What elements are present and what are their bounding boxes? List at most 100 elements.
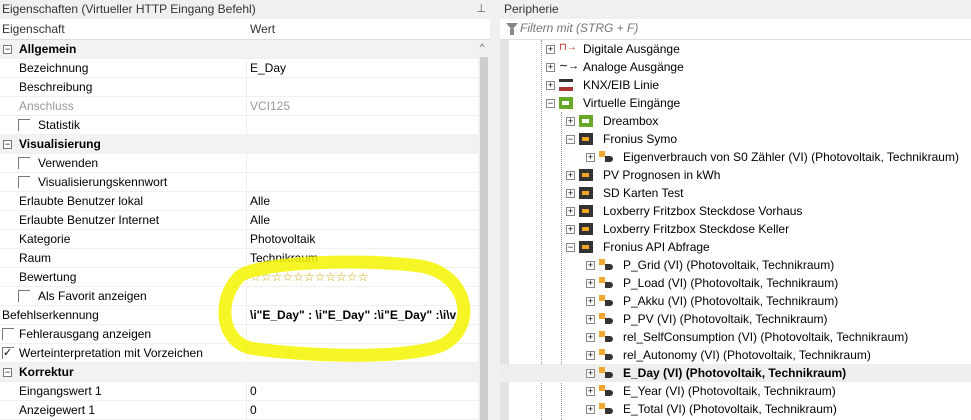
tree-item[interactable]: − Fronius Symo — [500, 130, 971, 148]
expand-icon[interactable]: + — [586, 261, 595, 270]
collapse-icon[interactable]: − — [3, 140, 12, 149]
property-row[interactable]: Raum Technikraum — [0, 249, 478, 268]
filter-icon-stem — [510, 29, 514, 35]
expand-icon[interactable]: + — [546, 63, 555, 72]
checkbox[interactable] — [18, 176, 30, 188]
tree-item-label: Dreambox — [603, 114, 659, 128]
expand-icon[interactable]: + — [566, 207, 575, 216]
virtual-input-command-icon — [599, 403, 613, 415]
category-visualisierung[interactable]: − Visualisierung — [0, 135, 478, 154]
tree-item-label: Analoge Ausgänge — [583, 60, 684, 74]
virtual-input-command-icon — [599, 151, 613, 163]
expand-icon[interactable]: + — [586, 333, 595, 342]
property-value[interactable]: ☆☆☆☆☆☆☆☆☆☆☆ — [250, 268, 368, 287]
tree-item[interactable]: + SD Karten Test — [500, 184, 971, 202]
tree-item[interactable]: + P_Akku (VI) (Photovoltaik, Technikraum) — [500, 292, 971, 310]
property-row[interactable]: Verwenden — [0, 154, 478, 173]
expand-icon[interactable]: + — [546, 45, 555, 54]
tree-item[interactable]: + P_Grid (VI) (Photovoltaik, Technikraum) — [500, 256, 971, 274]
peripherals-tree: + ⊓→ Digitale Ausgänge + ∼→ Analoge Ausgänge +… — [500, 40, 971, 418]
tree-item[interactable]: + E_Total (VI) (Photovoltaik, Technikraum… — [500, 400, 971, 418]
expand-icon[interactable]: + — [546, 81, 555, 90]
property-value[interactable]: Photovoltaik — [250, 230, 315, 249]
property-row[interactable]: Erlaubte Benutzer Internet Alle — [0, 211, 478, 230]
category-korrektur[interactable]: − Korrektur — [0, 363, 478, 382]
expand-icon[interactable]: + — [586, 279, 595, 288]
expand-icon[interactable]: + — [586, 351, 595, 360]
tree-item[interactable]: + P_Load (VI) (Photovoltaik, Technikraum) — [500, 274, 971, 292]
column-divider — [246, 230, 247, 249]
expand-icon[interactable]: + — [586, 297, 595, 306]
property-row[interactable]: Bewertung ☆☆☆☆☆☆☆☆☆☆☆ — [0, 268, 478, 287]
expand-icon[interactable]: + — [566, 117, 575, 126]
column-divider — [246, 325, 247, 344]
tree-item[interactable]: − Fronius API Abfrage — [500, 238, 971, 256]
checkbox[interactable] — [18, 157, 30, 169]
expand-icon[interactable]: + — [586, 369, 595, 378]
property-row[interactable]: Kategorie Photovoltaik — [0, 230, 478, 249]
tree-item[interactable]: + Loxberry Fritzbox Steckdose Keller — [500, 220, 971, 238]
tree-item[interactable]: + ∼→ Analoge Ausgänge — [500, 58, 971, 76]
tree-item[interactable]: + E_Year (VI) (Photovoltaik, Technikraum) — [500, 382, 971, 400]
expand-icon[interactable]: + — [586, 315, 595, 324]
property-value[interactable]: \i"E_Day" : \i"E_Day" :\i"E_Day" :\i\v — [250, 306, 456, 325]
checkbox[interactable] — [18, 290, 30, 302]
property-row[interactable]: Erlaubte Benutzer lokal Alle — [0, 192, 478, 211]
property-row[interactable]: Anzeigewert 1 0 — [0, 401, 478, 420]
pin-icon[interactable]: ⊥ — [476, 0, 486, 18]
property-value[interactable]: Technikraum — [250, 249, 318, 268]
expand-icon[interactable]: + — [566, 171, 575, 180]
property-name: Erlaubte Benutzer Internet — [19, 213, 160, 227]
property-value[interactable]: E_Day — [250, 59, 286, 78]
expand-icon[interactable]: + — [586, 387, 595, 396]
collapse-icon[interactable]: − — [566, 135, 575, 144]
property-row[interactable]: Beschreibung — [0, 78, 478, 97]
tree-item[interactable]: + E_Day (VI) (Photovoltaik, Technikraum) — [500, 364, 971, 382]
category-label: Visualisierung — [19, 137, 101, 151]
property-row[interactable]: Befehlserkennung \i"E_Day" : \i"E_Day" :\… — [0, 306, 478, 325]
property-row[interactable]: Anschluss VCI125 — [0, 97, 478, 116]
column-divider — [246, 344, 247, 363]
collapse-icon[interactable]: − — [546, 99, 555, 108]
property-row[interactable]: Als Favorit anzeigen — [0, 287, 478, 306]
property-value[interactable]: Alle — [250, 192, 270, 211]
properties-scrollbar[interactable]: ^ — [478, 40, 490, 420]
tree-item[interactable]: + ⊓→ Digitale Ausgänge — [500, 40, 971, 58]
tree-item-label: E_Day (VI) (Photovoltaik, Technikraum) — [623, 366, 847, 380]
expand-icon[interactable]: + — [566, 225, 575, 234]
collapse-icon[interactable]: − — [3, 368, 12, 377]
checkbox[interactable] — [2, 328, 14, 340]
tree-item[interactable]: + PV Prognosen in kWh — [500, 166, 971, 184]
tree-item[interactable]: + Eigenverbrauch von S0 Zähler (VI) (Phot… — [500, 148, 971, 166]
property-value[interactable]: 0 — [250, 401, 257, 420]
category-allgemein[interactable]: − Allgemein — [0, 40, 478, 59]
checkbox[interactable]: ✓ — [2, 347, 14, 359]
properties-title-text: Eigenschaften (Virtueller HTTP Eingang B… — [2, 2, 256, 16]
filter-input[interactable] — [520, 21, 960, 35]
tree-item[interactable]: + Dreambox — [500, 112, 971, 130]
property-name: Eingangswert 1 — [19, 384, 102, 398]
property-row[interactable]: Statistik — [0, 116, 478, 135]
property-value[interactable]: VCI125 — [250, 97, 290, 116]
property-row[interactable]: ✓ Werteinterpretation mit Vorzeichen — [0, 344, 478, 363]
tree-item[interactable]: + KNX/EIB Linie — [500, 76, 971, 94]
property-value[interactable]: 0 — [250, 382, 257, 401]
property-row[interactable]: Bezeichnung E_Day — [0, 59, 478, 78]
expand-icon[interactable]: + — [586, 405, 595, 414]
tree-item[interactable]: + rel_Autonomy (VI) (Photovoltaik, Techni… — [500, 346, 971, 364]
property-value[interactable]: Alle — [250, 211, 270, 230]
collapse-icon[interactable]: − — [566, 243, 575, 252]
checkbox[interactable] — [18, 119, 30, 131]
property-row[interactable]: Eingangswert 1 0 — [0, 382, 478, 401]
collapse-icon[interactable]: − — [3, 45, 12, 54]
property-row[interactable]: Fehlerausgang anzeigen — [0, 325, 478, 344]
property-row[interactable]: Visualisierungskennwort — [0, 173, 478, 192]
tree-item[interactable]: − Virtuelle Eingänge — [500, 94, 971, 112]
expand-icon[interactable]: + — [586, 153, 595, 162]
tree-item[interactable]: + rel_SelfConsumption (VI) (Photovoltaik,… — [500, 328, 971, 346]
scrollbar-thumb[interactable] — [480, 57, 488, 420]
scroll-up-icon[interactable]: ^ — [480, 42, 484, 52]
expand-icon[interactable]: + — [566, 189, 575, 198]
tree-item[interactable]: + Loxberry Fritzbox Steckdose Vorhaus — [500, 202, 971, 220]
tree-item[interactable]: + P_PV (VI) (Photovoltaik, Technikraum) — [500, 310, 971, 328]
